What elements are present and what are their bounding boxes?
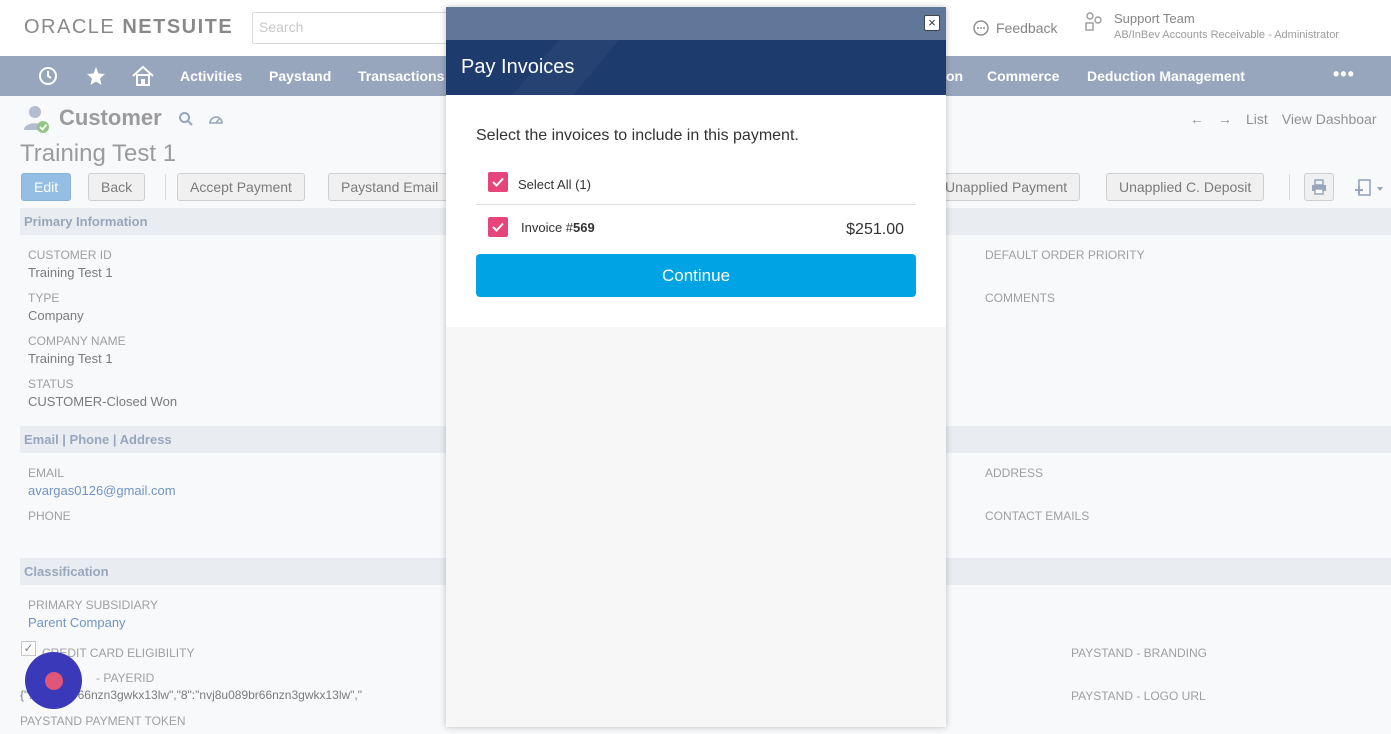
chat-widget-button[interactable] <box>25 652 82 709</box>
pay-invoices-modal: × Pay Invoices Select the invoices to in… <box>446 7 946 727</box>
checkmark-icon <box>492 222 504 232</box>
instruction-text: Select the invoices to include in this p… <box>476 127 799 144</box>
chat-indicator-icon <box>44 671 63 690</box>
select-all-checkbox[interactable] <box>488 172 508 192</box>
modal-title: Pay Invoices <box>461 56 575 78</box>
divider <box>476 204 916 205</box>
continue-button[interactable]: Continue <box>476 254 916 297</box>
invoice-label: Invoice #569 <box>521 220 595 235</box>
modal-body: Select the invoices to include in this p… <box>446 95 946 327</box>
modal-header: Pay Invoices <box>446 40 946 95</box>
modal-titlebar: × <box>446 7 946 40</box>
checkmark-icon <box>492 177 504 187</box>
invoice-number: 569 <box>573 220 595 235</box>
select-all-label: Select All (1) <box>518 177 591 192</box>
close-icon[interactable]: × <box>924 15 940 31</box>
invoice-amount: $251.00 <box>846 221 904 238</box>
invoice-checkbox[interactable] <box>488 217 508 237</box>
